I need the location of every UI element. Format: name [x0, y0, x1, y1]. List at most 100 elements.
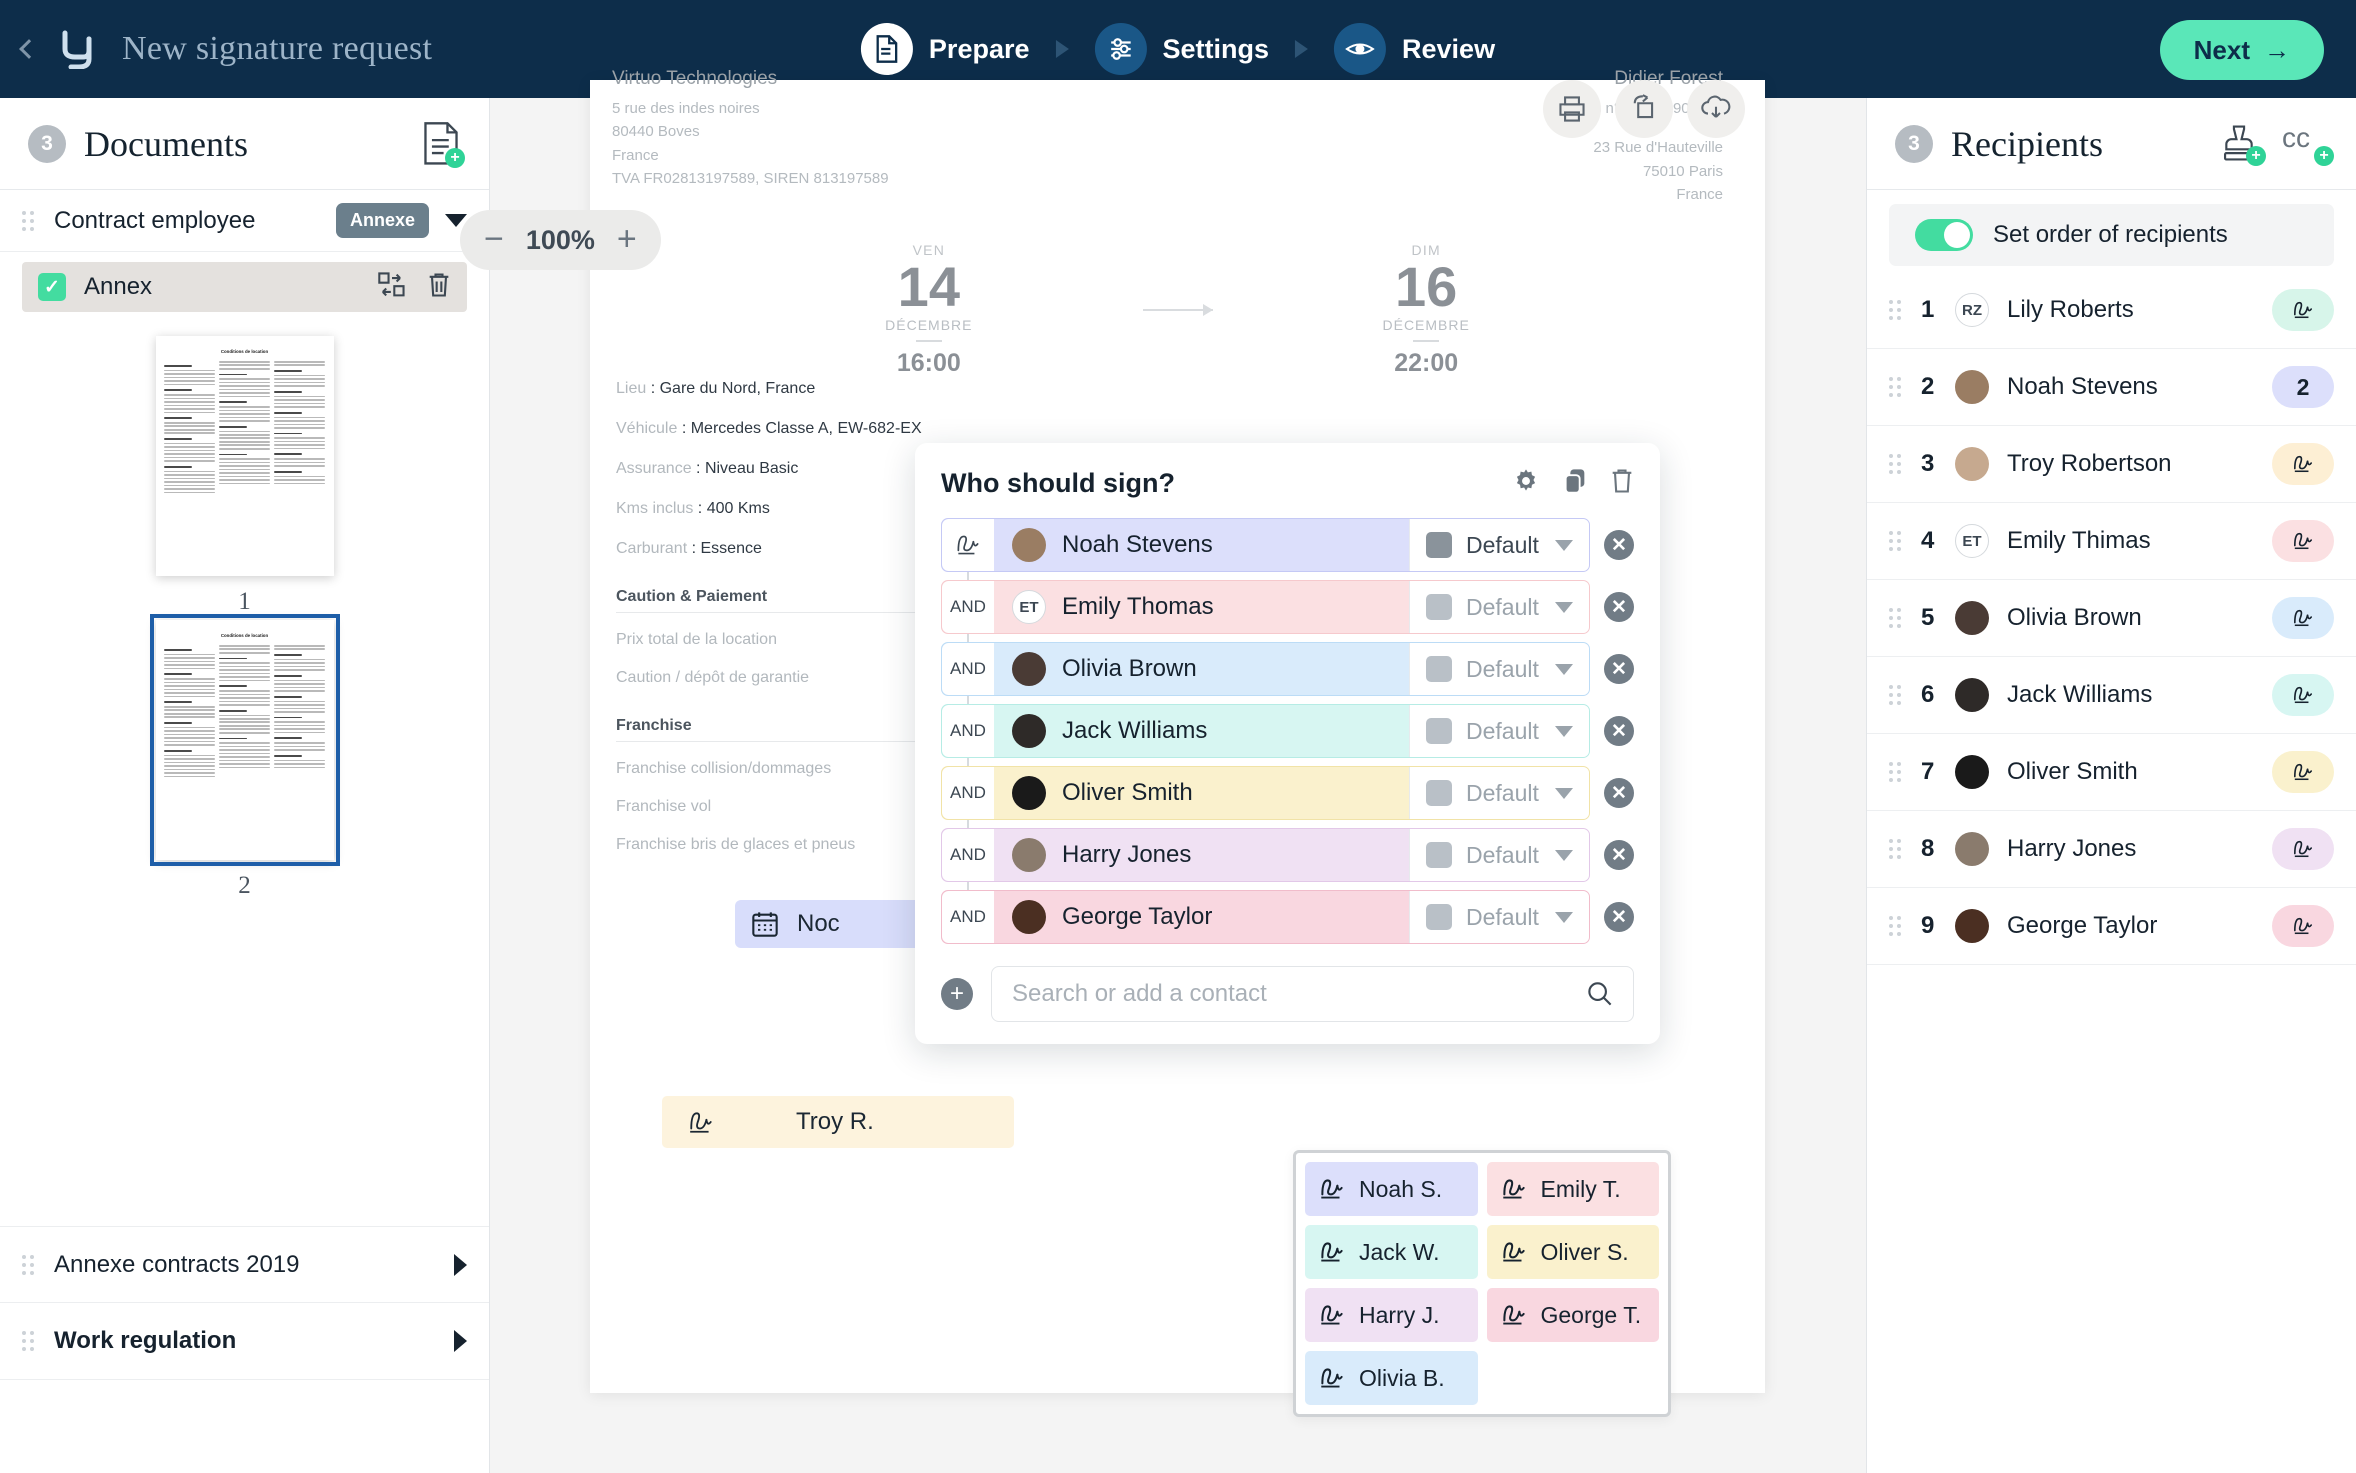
signature-field-troy[interactable]: Troy R.	[662, 1096, 1014, 1148]
tag-chip-label: Noah S.	[1359, 1176, 1442, 1203]
remove-signer-button[interactable]: ✕	[1604, 654, 1634, 684]
rotate-icon[interactable]	[1615, 80, 1673, 138]
cloud-download-icon[interactable]	[1687, 80, 1745, 138]
tag-chip-harry[interactable]: Harry J.	[1305, 1288, 1478, 1342]
remove-signer-button[interactable]: ✕	[1604, 840, 1634, 870]
recipient-row[interactable]: 5 Olivia Brown	[1867, 580, 2356, 657]
remove-signer-button[interactable]: ✕	[1604, 902, 1634, 932]
gear-icon[interactable]	[1512, 467, 1540, 500]
tab-settings-label: Settings	[1163, 34, 1270, 65]
replace-document-icon[interactable]	[377, 271, 407, 304]
tab-review[interactable]: Review	[1334, 23, 1495, 75]
drag-handle-icon[interactable]	[22, 1331, 36, 1351]
role-select[interactable]: Default	[1409, 829, 1589, 881]
recipient-row[interactable]: 1 RZ Lily Roberts	[1867, 272, 2356, 349]
recipient-status-badge[interactable]	[2272, 751, 2334, 793]
drag-handle-icon[interactable]	[22, 1255, 36, 1275]
search-icon[interactable]	[1587, 981, 1613, 1007]
print-icon[interactable]	[1543, 80, 1601, 138]
annex-checkbox[interactable]: ✓	[38, 273, 66, 301]
signer-row[interactable]: AND George Taylor Default ✕	[941, 890, 1634, 944]
drag-handle-icon[interactable]	[1889, 685, 1903, 705]
recipients-panel-actions: + cc +	[2222, 124, 2328, 164]
recipient-row[interactable]: 8 Harry Jones	[1867, 811, 2356, 888]
signer-row[interactable]: AND Olivia Brown Default ✕	[941, 642, 1634, 696]
recipient-row[interactable]: 2 Noah Stevens 2	[1867, 349, 2356, 426]
set-order-toggle[interactable]	[1915, 219, 1973, 251]
drag-handle-icon[interactable]	[1889, 454, 1903, 474]
recipient-status-badge[interactable]	[2272, 520, 2334, 562]
drag-handle-icon[interactable]	[1889, 531, 1903, 551]
role-select[interactable]: Default	[1409, 767, 1589, 819]
tag-chip-oliver[interactable]: Oliver S.	[1487, 1225, 1660, 1279]
zoom-in-button[interactable]: +	[617, 226, 637, 253]
signer-row[interactable]: AND ET Emily Thomas Default ✕	[941, 580, 1634, 634]
trash-icon[interactable]	[427, 271, 451, 304]
zoom-out-button[interactable]: −	[484, 226, 504, 253]
recipient-row[interactable]: 4 ET Emily Thimas	[1867, 503, 2356, 580]
drag-handle-icon[interactable]	[1889, 762, 1903, 782]
recipient-status-badge[interactable]	[2272, 674, 2334, 716]
next-button[interactable]: Next →	[2160, 20, 2324, 80]
role-select[interactable]: Default	[1409, 891, 1589, 943]
thumbnail-image-2[interactable]: Conditions de location	[156, 620, 334, 860]
tab-settings[interactable]: Settings	[1095, 23, 1270, 75]
recipient-count-badge[interactable]: 2	[2272, 366, 2334, 408]
tag-chip-noah[interactable]: Noah S.	[1305, 1162, 1478, 1216]
page-thumbnail-1[interactable]: Conditions de location 1	[0, 336, 489, 616]
role-select[interactable]: Default	[1409, 581, 1589, 633]
trash-icon[interactable]	[1610, 467, 1634, 500]
search-input[interactable]	[1012, 980, 1587, 1008]
drag-handle-icon[interactable]	[1889, 377, 1903, 397]
remove-signer-button[interactable]: ✕	[1604, 530, 1634, 560]
page-thumbnail-2[interactable]: Conditions de location 2	[0, 620, 489, 900]
tag-chip-jack[interactable]: Jack W.	[1305, 1225, 1478, 1279]
annex-row[interactable]: ✓ Annex	[22, 262, 467, 312]
search-input-wrapper[interactable]	[991, 966, 1634, 1022]
recipient-status-badge[interactable]	[2272, 597, 2334, 639]
recipient-status-badge[interactable]	[2272, 289, 2334, 331]
date-field-placed[interactable]: Noc	[735, 900, 935, 948]
recipient-row[interactable]: 7 Oliver Smith	[1867, 734, 2356, 811]
chevron-right-icon[interactable]	[454, 1254, 467, 1276]
recipient-row[interactable]: 9 George Taylor	[1867, 888, 2356, 965]
role-select[interactable]: Default	[1409, 643, 1589, 695]
chevron-right-icon[interactable]	[454, 1330, 467, 1352]
add-stamp-icon[interactable]: +	[2222, 124, 2260, 164]
add-cc-icon[interactable]: cc +	[2282, 124, 2328, 164]
drag-handle-icon[interactable]	[1889, 300, 1903, 320]
document-group-work-regulation[interactable]: Work regulation	[0, 1303, 489, 1380]
back-caret-icon[interactable]	[19, 39, 39, 59]
role-select[interactable]: Default	[1409, 705, 1589, 757]
signer-row[interactable]: Noah Stevens Default ✕	[941, 518, 1634, 572]
recipient-status-badge[interactable]	[2272, 443, 2334, 485]
document-group-contract-employee[interactable]: Contract employee Annexe	[0, 190, 489, 252]
thumbnail-image-1[interactable]: Conditions de location	[156, 336, 334, 576]
recipient-row[interactable]: 6 Jack Williams	[1867, 657, 2356, 734]
remove-signer-button[interactable]: ✕	[1604, 592, 1634, 622]
yousign-logo[interactable]	[54, 27, 98, 71]
recipient-status-badge[interactable]	[2272, 828, 2334, 870]
recipient-status-badge[interactable]	[2272, 905, 2334, 947]
add-document-icon[interactable]: +	[421, 122, 461, 166]
plus-circle-icon[interactable]: +	[941, 978, 973, 1010]
role-select[interactable]: Default	[1409, 519, 1589, 571]
signer-name-cell: ET Emily Thomas	[994, 581, 1409, 633]
remove-signer-button[interactable]: ✕	[1604, 778, 1634, 808]
document-group-annexe-contracts-2019[interactable]: Annexe contracts 2019	[0, 1226, 489, 1303]
annexe-tag[interactable]: Annexe	[336, 203, 429, 238]
remove-signer-button[interactable]: ✕	[1604, 716, 1634, 746]
drag-handle-icon[interactable]	[1889, 916, 1903, 936]
copy-icon[interactable]	[1562, 467, 1588, 500]
tag-chip-emily[interactable]: Emily T.	[1487, 1162, 1660, 1216]
tag-chip-george[interactable]: George T.	[1487, 1288, 1660, 1342]
signer-row[interactable]: AND Harry Jones Default ✕	[941, 828, 1634, 882]
tag-chip-olivia[interactable]: Olivia B.	[1305, 1351, 1478, 1405]
signer-row[interactable]: AND Jack Williams Default ✕	[941, 704, 1634, 758]
signer-row[interactable]: AND Oliver Smith Default ✕	[941, 766, 1634, 820]
recipient-row[interactable]: 3 Troy Robertson	[1867, 426, 2356, 503]
drag-handle-icon[interactable]	[22, 211, 36, 231]
drag-handle-icon[interactable]	[1889, 839, 1903, 859]
drag-handle-icon[interactable]	[1889, 608, 1903, 628]
tab-prepare-label: Prepare	[929, 34, 1030, 65]
